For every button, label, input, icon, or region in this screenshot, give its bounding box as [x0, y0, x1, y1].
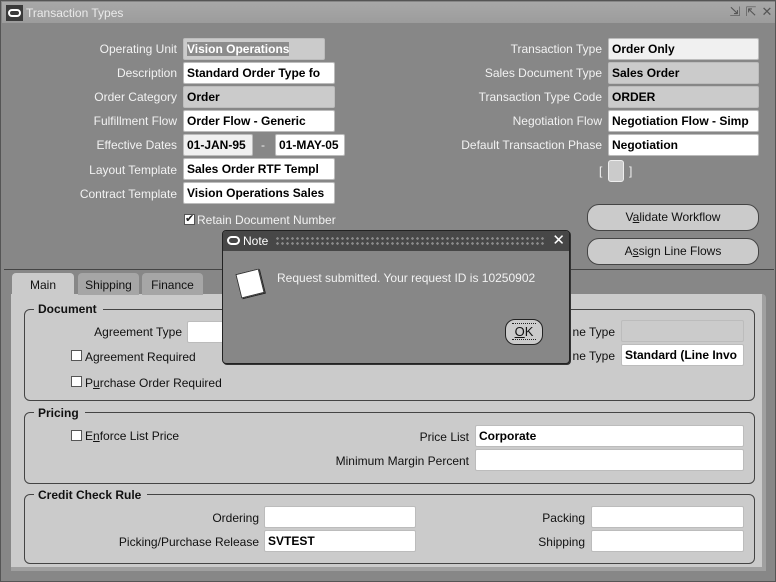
- fulfillment-flow-field[interactable]: Order Flow - Generic: [183, 110, 335, 132]
- close-icon[interactable]: ✕: [552, 232, 565, 250]
- effective-dates-label: Effective Dates: [96, 138, 177, 152]
- transaction-type-code-label: Transaction Type Code: [478, 90, 602, 104]
- layout-template-label: Layout Template: [89, 163, 177, 177]
- minimum-margin-percent-field[interactable]: [475, 449, 744, 471]
- date-separator: -: [261, 138, 265, 152]
- minimize-icon[interactable]: ⇲: [728, 5, 742, 19]
- sales-document-type-label: Sales Document Type: [484, 66, 602, 80]
- sales-document-type-field[interactable]: Sales Order: [608, 62, 759, 84]
- price-list-field[interactable]: Corporate: [475, 425, 744, 447]
- descriptive-flexfield[interactable]: [608, 160, 624, 182]
- default-transaction-phase-label: Default Transaction Phase: [461, 138, 602, 152]
- layout-template-field[interactable]: Sales Order RTF Templ: [183, 158, 335, 180]
- default-transaction-phase-field[interactable]: Negotiation: [608, 134, 759, 156]
- note-paper-icon: [235, 268, 265, 299]
- flexfield-close-bracket: ]: [629, 164, 633, 178]
- note-message: Request submitted. Your request ID is 10…: [277, 271, 536, 285]
- effective-date-to-field[interactable]: 01-MAY-05: [275, 134, 345, 156]
- contract-template-label: Contract Template: [79, 187, 177, 201]
- negotiation-flow-label: Negotiation Flow: [512, 114, 602, 128]
- fulfillment-flow-label: Fulfillment Flow: [93, 114, 177, 128]
- effective-date-from-field[interactable]: 01-JAN-95: [183, 134, 253, 156]
- note-titlebar[interactable]: Note ✕: [223, 231, 569, 251]
- default-order-line-type-field[interactable]: [621, 320, 744, 342]
- retain-document-number-label: Retain Document Number: [197, 213, 336, 227]
- note-dialog: Note ✕ Request submitted. Your request I…: [222, 230, 570, 364]
- packing-field[interactable]: [591, 506, 744, 528]
- ordering-label: Ordering: [212, 511, 259, 525]
- picking-purchase-release-field[interactable]: SVTEST: [264, 530, 416, 552]
- contract-template-field[interactable]: Vision Operations Sales: [183, 182, 335, 204]
- tab-finance[interactable]: Finance: [142, 273, 203, 295]
- transaction-types-window: Transaction Types ⇲ ⇱ ✕ Operating Unit V…: [0, 0, 776, 582]
- agreement-required-checkbox[interactable]: [71, 350, 82, 361]
- tab-shipping[interactable]: Shipping: [78, 273, 139, 295]
- credit-check-rule-group: [24, 494, 755, 564]
- pricing-group-title: Pricing: [34, 406, 85, 420]
- validate-workflow-button[interactable]: Validate Workflow: [587, 204, 759, 231]
- price-list-label: Price List: [419, 430, 469, 444]
- enforce-list-price-checkbox[interactable]: [71, 430, 82, 441]
- order-category-label: Order Category: [94, 90, 177, 104]
- picking-purchase-release-label: Picking/Purchase Release: [118, 535, 259, 549]
- oracle-logo-icon: [227, 236, 240, 245]
- operating-unit-label: Operating Unit: [99, 42, 177, 56]
- credit-check-rule-group-title: Credit Check Rule: [34, 488, 148, 502]
- oracle-logo-icon: [6, 5, 23, 21]
- ok-button[interactable]: OK: [505, 319, 543, 345]
- close-icon[interactable]: ✕: [760, 5, 774, 19]
- tab-main[interactable]: Main: [12, 273, 74, 296]
- maximize-icon[interactable]: ⇱: [744, 5, 758, 19]
- shipping-label: Shipping: [538, 535, 585, 549]
- pricing-group: [24, 412, 755, 484]
- description-field[interactable]: Standard Order Type fo: [183, 62, 335, 84]
- default-return-line-type-label: ne Type: [572, 349, 615, 363]
- packing-label: Packing: [542, 511, 585, 525]
- retain-document-number-checkbox[interactable]: [184, 212, 195, 225]
- agreement-required-label: Agreement Required: [85, 350, 196, 364]
- operating-unit-field[interactable]: Vision Operations: [183, 38, 325, 60]
- titlebar-grip: [275, 236, 545, 246]
- default-return-line-type-field[interactable]: Standard (Line Invo: [621, 344, 744, 366]
- minimum-margin-percent-label: Minimum Margin Percent: [335, 454, 469, 468]
- agreement-type-label: Agreement Type: [94, 325, 182, 339]
- window-titlebar[interactable]: Transaction Types ⇲ ⇱ ✕: [2, 2, 775, 23]
- purchase-order-required-label: Purchase Order Required: [85, 376, 222, 390]
- ordering-field[interactable]: [264, 506, 416, 528]
- description-label: Description: [116, 66, 177, 80]
- order-category-field[interactable]: Order: [183, 86, 335, 108]
- enforce-list-price-label: Enforce List Price: [85, 429, 180, 443]
- note-title: Note: [243, 234, 269, 248]
- transaction-type-label: Transaction Type: [510, 42, 602, 56]
- purchase-order-required-checkbox[interactable]: [71, 376, 82, 387]
- negotiation-flow-field[interactable]: Negotiation Flow - Simp: [608, 110, 759, 132]
- transaction-type-field[interactable]: Order Only: [608, 38, 759, 60]
- shipping-field[interactable]: [591, 530, 744, 552]
- window-title: Transaction Types: [26, 6, 124, 20]
- document-group-title: Document: [34, 302, 103, 316]
- assign-line-flows-button[interactable]: Assign Line Flows: [587, 238, 759, 265]
- flexfield-open-bracket: [: [599, 164, 603, 178]
- transaction-type-code-field[interactable]: ORDER: [608, 86, 759, 108]
- default-order-line-type-label: ne Type: [572, 325, 615, 339]
